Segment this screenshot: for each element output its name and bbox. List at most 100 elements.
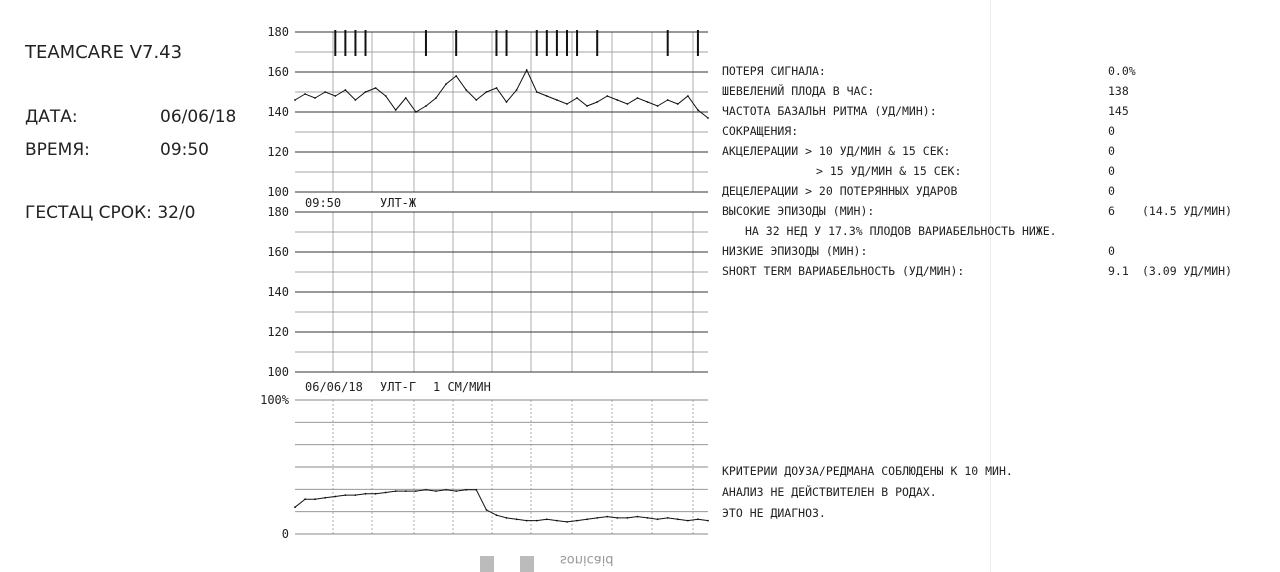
bottom-panel-date-label: 06/06/18 xyxy=(305,380,363,394)
top-point xyxy=(535,91,538,93)
toco-point xyxy=(525,519,528,522)
summary-label: НИЗКИЕ ЭПИЗОДЫ (МИН): xyxy=(722,244,868,258)
top-ytick-label: 160 xyxy=(267,65,289,79)
top-panel-mode-label: УЛТ-Ж xyxy=(380,196,417,210)
toco-ytick-label: 100% xyxy=(260,393,290,407)
summary-note: ЭТО НЕ ДИАГНОЗ. xyxy=(722,506,826,520)
summary-value: 0.0% xyxy=(1108,64,1136,78)
toco-point xyxy=(535,519,538,522)
toco-point xyxy=(636,515,639,518)
toco-point xyxy=(435,490,437,492)
top-point xyxy=(687,95,689,97)
bottom-ytick-label: 160 xyxy=(267,245,289,259)
toco-point xyxy=(455,490,458,492)
summary-note: АНАЛИЗ НЕ ДЕЙСТВИТЕЛЕН В РОДАХ. xyxy=(722,485,937,499)
toco-point xyxy=(707,519,709,522)
summary-label: АКЦЕЛЕРАЦИИ > 10 УД/МИН & 15 СЕК: xyxy=(722,144,951,158)
toco-point xyxy=(374,492,377,495)
top-point xyxy=(697,109,699,111)
summary-label: ШЕВЕЛЕНИЙ ПЛОДА В ЧАС: xyxy=(722,84,875,98)
toco-point xyxy=(425,488,427,491)
bottom-panel-mode-label: УЛТ-Г xyxy=(380,380,416,394)
top-point xyxy=(485,91,488,93)
toco-point xyxy=(576,519,578,522)
top-point xyxy=(495,87,498,89)
toco-point xyxy=(556,519,558,522)
top-point xyxy=(445,83,447,85)
top-point xyxy=(344,89,347,91)
bottom-panel-speed-label: 1 СМ/МИН xyxy=(433,380,491,394)
toco-point xyxy=(465,488,468,491)
summary-value: 138 xyxy=(1108,84,1129,98)
toco-point xyxy=(334,495,337,498)
summary-label: > 15 УД/МИН & 15 СЕК: xyxy=(816,164,962,178)
top-point xyxy=(404,97,407,99)
toco-ytick-label: 0 xyxy=(282,527,289,541)
summary-note: КРИТЕРИИ ДОУЗА/РЕДМАНА СОБЛЮДЕНЫ К 10 МИ… xyxy=(722,464,1013,478)
bottom-ytick-label: 100 xyxy=(267,365,289,379)
toco-point xyxy=(646,517,649,519)
top-point xyxy=(646,101,649,103)
toco-point xyxy=(344,494,347,496)
toco-point xyxy=(364,492,367,495)
top-point xyxy=(364,91,367,93)
footer-block-2 xyxy=(520,556,534,572)
toco-point xyxy=(314,498,316,501)
summary-value: 145 xyxy=(1108,104,1129,118)
top-point xyxy=(294,99,296,101)
top-ytick-label: 120 xyxy=(267,145,289,159)
top-trace xyxy=(294,68,709,119)
top-point xyxy=(334,95,337,97)
toco-point xyxy=(596,517,599,519)
toco-point xyxy=(616,517,619,519)
toco-point xyxy=(445,488,447,491)
top-point xyxy=(394,109,397,111)
top-point xyxy=(304,93,306,95)
toco-point xyxy=(515,518,518,521)
toco-point xyxy=(294,506,296,509)
top-point xyxy=(505,101,508,103)
top-point xyxy=(566,103,568,105)
toco-point xyxy=(626,517,629,519)
summary-label: СОКРАЩЕНИЯ: xyxy=(722,124,799,138)
toco-point xyxy=(697,518,699,521)
toco-point xyxy=(545,518,548,521)
top-ytick-label: 180 xyxy=(267,25,289,39)
top-ytick-label: 140 xyxy=(267,105,289,119)
toco-trace xyxy=(294,489,709,523)
toco-point xyxy=(586,518,588,521)
toco-point xyxy=(606,515,609,518)
toco-point xyxy=(656,518,659,521)
top-point xyxy=(556,99,558,101)
top-point xyxy=(314,97,316,99)
summary-value: 0 xyxy=(1108,124,1115,138)
footer-block-1 xyxy=(480,556,494,572)
top-point xyxy=(465,89,468,91)
top-point xyxy=(636,97,639,99)
summary-value: 6 xyxy=(1108,204,1115,218)
top-point xyxy=(666,99,669,101)
summary-label: НА 32 НЕД У 17.3% ПЛОДОВ ВАРИАБЕЛЬНОСТЬ … xyxy=(745,224,1057,238)
top-point xyxy=(324,91,327,93)
toco-point xyxy=(324,496,327,499)
ctg-strip: 180 160 140 120 100 180 160 140 120 100 100% 0 09:50… xyxy=(260,25,709,541)
top-point xyxy=(515,89,518,91)
footer-mirrored-logo: sonicaid xyxy=(560,552,614,567)
top-point xyxy=(676,103,679,105)
toco-point xyxy=(485,509,488,511)
toco-point xyxy=(687,519,689,522)
top-point xyxy=(606,95,609,97)
toco-point xyxy=(384,491,387,494)
top-point xyxy=(435,97,437,99)
top-point xyxy=(374,87,377,89)
bottom-ytick-label: 140 xyxy=(267,285,289,299)
top-point xyxy=(576,97,578,99)
top-point xyxy=(616,99,619,101)
summary-label: ЧАСТОТА БАЗАЛЬН РИТМА (УД/МИН): xyxy=(722,104,937,118)
top-ytick-label: 100 xyxy=(267,185,289,199)
top-point xyxy=(354,99,357,101)
top-point xyxy=(596,101,599,103)
summary-label: ДЕЦЕЛЕРАЦИИ > 20 ПОТЕРЯННЫХ УДАРОВ xyxy=(722,184,958,198)
toco-point xyxy=(304,498,306,501)
summary-label: ВЫСОКИЕ ЭПИЗОДЫ (МИН): xyxy=(722,204,875,218)
